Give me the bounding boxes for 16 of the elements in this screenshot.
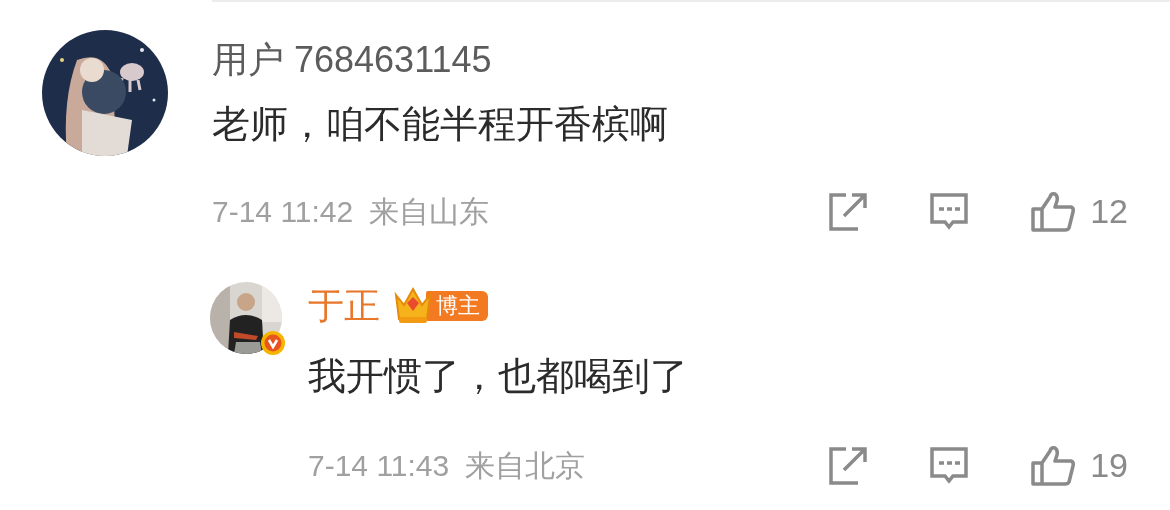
- share-icon[interactable]: [828, 191, 869, 232]
- user-name[interactable]: 用户 7684631145: [212, 38, 492, 82]
- like-count: 12: [1090, 191, 1128, 232]
- comment-time: 7-14 11:43: [308, 448, 450, 484]
- comment-location: 来自山东: [369, 194, 490, 230]
- comment-time: 7-14 11:42: [212, 194, 354, 230]
- thumbs-up-icon[interactable]: [1030, 190, 1077, 233]
- comment-location: 来自北京: [465, 448, 586, 484]
- comment-text: 我开惯了，也都喝到了: [308, 354, 689, 399]
- blogger-badge: 博主: [426, 291, 488, 321]
- comment-icon[interactable]: [928, 191, 971, 232]
- share-icon[interactable]: [828, 445, 869, 486]
- comment-text: 老师，咱不能半程开香槟啊: [212, 102, 669, 147]
- like-count: 19: [1090, 445, 1128, 486]
- thumbs-up-icon[interactable]: [1030, 444, 1077, 487]
- comment-icon[interactable]: [928, 445, 971, 486]
